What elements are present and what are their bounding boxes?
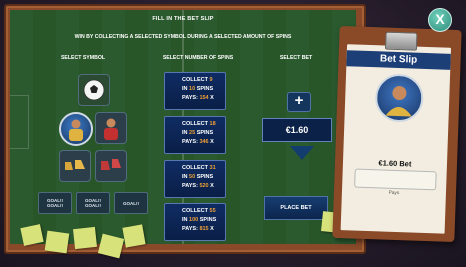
goal-text-icon[interactable]: GOAL!! [114, 192, 148, 214]
column-heading-spins: SELECT NUMBER OF SPINS [162, 55, 234, 61]
bet-value: €1.60 [262, 118, 332, 142]
ball-icon[interactable] [78, 74, 110, 106]
goal-text-icon[interactable]: GOAL!! GOAL!! [76, 192, 110, 214]
bet-slip-title: Bet Slip [346, 50, 451, 70]
board-subtitle: WIN BY COLLECTING A SELECTED SYMBOL DURI… [74, 34, 292, 40]
player-figure-icon [104, 118, 118, 140]
spin-option-collect: COLLECT 18 [182, 121, 216, 127]
spin-option-spins: IN 50 SPINS [182, 174, 214, 180]
spin-option-4[interactable]: COLLECT 55 IN 100 SPINS PAYS: 815 X [164, 203, 226, 241]
spin-option-spins: IN 100 SPINS [182, 217, 217, 223]
spin-option-collect: COLLECT 9 [182, 77, 213, 83]
ball-icon-graphic [83, 79, 105, 101]
clipboard-clip [384, 31, 418, 51]
boots-icon[interactable] [59, 150, 91, 182]
spin-option-pays: PAYS: 520 X [182, 183, 214, 189]
spin-option-spins: IN 10 SPINS [182, 86, 214, 92]
close-button[interactable]: X [428, 8, 452, 32]
gold-boots-icon [65, 160, 85, 170]
column-heading-symbol: SELECT SYMBOL [60, 55, 106, 61]
sticky-note [97, 233, 125, 259]
sticky-note [44, 230, 70, 254]
spin-option-pays: PAYS: 815 X [182, 226, 214, 232]
selected-symbol-avatar [374, 73, 425, 123]
spin-option-pays: PAYS: 154 X [182, 95, 214, 101]
spin-option-spins: IN 25 SPINS [182, 130, 214, 136]
decrease-bet-button[interactable] [290, 146, 314, 160]
sticky-note [122, 224, 146, 248]
spin-option-collect: COLLECT 55 [182, 208, 216, 214]
board-title: FILL IN THE BET SLIP [152, 16, 214, 22]
spin-option-3[interactable]: COLLECT 31 IN 50 SPINS PAYS: 520 X [164, 160, 226, 198]
sticky-note [73, 226, 97, 250]
spin-option-pays: PAYS: 346 X [182, 139, 214, 145]
cleats-icon[interactable] [95, 150, 127, 182]
bet-slip-clipboard: Bet Slip €1.60 Bet Pays [332, 25, 462, 243]
spin-option-collect: COLLECT 31 [182, 165, 216, 171]
bet-board: FILL IN THE BET SLIP WIN BY COLLECTING A… [10, 10, 356, 244]
goal-text-icon[interactable]: GOAL!! GOAL!! [38, 192, 72, 214]
spin-option-1[interactable]: COLLECT 9 IN 10 SPINS PAYS: 154 X [164, 72, 226, 110]
increase-bet-button[interactable]: + [287, 92, 311, 112]
red-cleats-icon [101, 159, 121, 170]
pitch-box-left [10, 95, 29, 149]
goalkeeper-icon[interactable] [59, 112, 93, 146]
column-heading-bet: SELECT BET [279, 55, 313, 61]
bet-slip-pays-label: Pays [388, 190, 400, 197]
bet-slip-paper: Bet Slip €1.60 Bet Pays [340, 44, 452, 234]
bet-slip-pays-box [354, 168, 437, 191]
player-portrait-icon [385, 86, 412, 117]
game-stage: FILL IN THE BET SLIP WIN BY COLLECTING A… [0, 0, 466, 267]
goalkeeper-figure-icon [69, 119, 83, 141]
player-icon[interactable] [95, 112, 127, 144]
spin-option-2[interactable]: COLLECT 18 IN 25 SPINS PAYS: 346 X [164, 116, 226, 154]
place-bet-button[interactable]: PLACE BET [264, 196, 328, 220]
